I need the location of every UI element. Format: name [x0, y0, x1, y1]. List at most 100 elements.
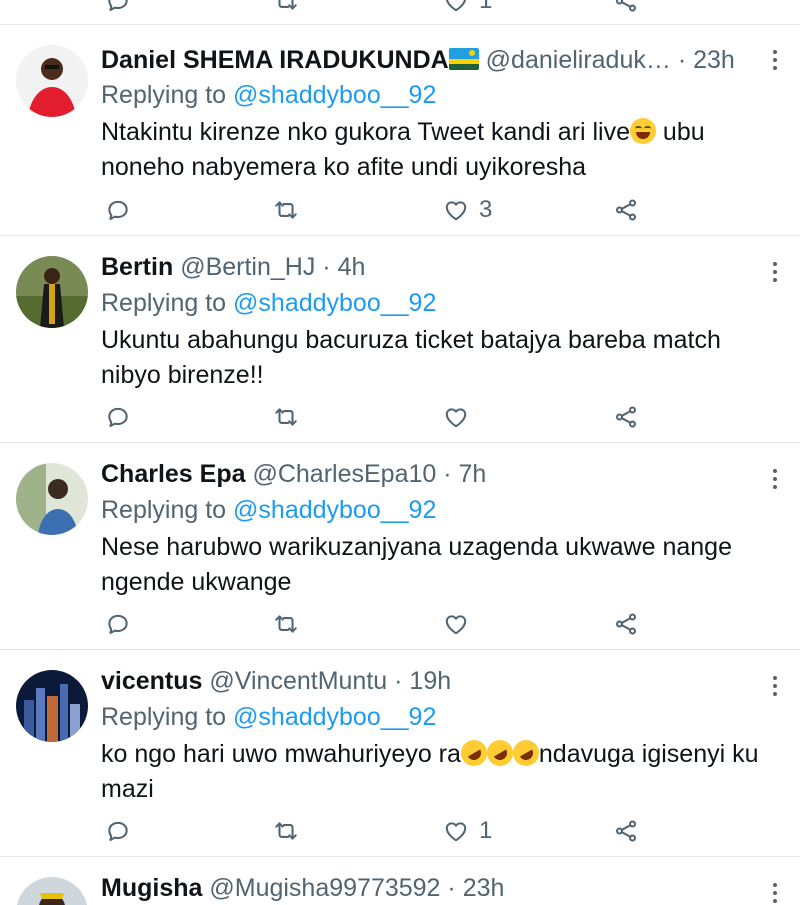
replying-to-handle[interactable]: @shaddyboo__92	[233, 289, 436, 317]
more-icon	[772, 50, 778, 70]
user-handle[interactable]: @Mugisha99773592	[209, 874, 440, 902]
reply-icon	[105, 0, 131, 14]
heart-icon	[443, 611, 469, 637]
tweet-text: ko ngo hari uwo mwahuriyeyo ra ndavuga ig…	[101, 735, 760, 807]
reply-button[interactable]	[105, 0, 131, 16]
tweet[interactable]: Charles Epa @CharlesEpa10 · 7h Replying …	[0, 443, 800, 650]
tweet[interactable]: Bertin @Bertin_HJ · 4h Replying to @shad…	[0, 236, 800, 443]
user-handle[interactable]: @VincentMuntu	[209, 667, 387, 695]
share-button[interactable]	[613, 0, 639, 16]
retweet-button[interactable]	[273, 609, 299, 639]
share-icon	[613, 197, 639, 223]
like-button[interactable]: 3	[443, 195, 492, 225]
replying-to-handle[interactable]: @shaddyboo__92	[233, 81, 436, 109]
heart-icon	[443, 197, 469, 223]
retweet-icon	[273, 611, 299, 637]
retweet-button[interactable]	[273, 195, 299, 225]
more-icon	[772, 469, 778, 489]
like-count: 3	[479, 196, 493, 223]
share-icon	[613, 404, 639, 430]
separator: ·	[443, 460, 452, 488]
like-button[interactable]	[443, 609, 469, 639]
tweet[interactable]: vicentus @VincentMuntu · 19h Replying to…	[0, 650, 800, 857]
more-options-button[interactable]	[772, 262, 778, 286]
tweet-text: Ntakintu kirenze nko gukora Tweet kandi …	[101, 115, 760, 185]
timestamp[interactable]: 23h	[693, 46, 735, 74]
retweet-button[interactable]	[273, 0, 299, 16]
replying-to-label: Replying to	[101, 81, 227, 109]
tweet-text-part: Ntakintu kirenze nko gukora Tweet kandi …	[101, 118, 630, 146]
reply-icon	[105, 611, 131, 637]
display-name[interactable]: Charles Epa	[101, 460, 246, 488]
tears-of-joy-emoji-icon	[629, 118, 656, 144]
avatar-image	[16, 45, 88, 117]
like-button[interactable]: 1	[443, 0, 492, 16]
avatar[interactable]	[16, 45, 88, 117]
share-icon	[613, 818, 639, 844]
replying-to-label: Replying to	[101, 496, 227, 524]
heart-icon	[443, 404, 469, 430]
display-name[interactable]: Mugisha	[101, 874, 202, 902]
timestamp[interactable]: 19h	[409, 667, 451, 695]
more-options-button[interactable]	[772, 883, 778, 905]
display-name[interactable]: Bertin	[101, 253, 173, 281]
replying-to-handle[interactable]: @shaddyboo__92	[233, 703, 436, 731]
avatar-image	[16, 256, 88, 328]
tweet-text-part: ko ngo hari uwo mwahuriyeyo ra	[101, 740, 461, 768]
like-button[interactable]: 1	[443, 816, 492, 846]
timestamp[interactable]: 4h	[338, 253, 366, 281]
reply-button[interactable]	[105, 402, 131, 432]
display-name[interactable]: vicentus	[101, 667, 202, 695]
more-icon	[772, 676, 778, 696]
user-handle[interactable]: @Bertin_HJ	[180, 253, 315, 281]
user-handle[interactable]: @CharlesEpa10	[252, 460, 436, 488]
retweet-button[interactable]	[273, 402, 299, 432]
like-button[interactable]	[443, 402, 469, 432]
display-name[interactable]: Daniel SHEMA IRADUKUNDA	[101, 46, 449, 74]
avatar[interactable]	[16, 463, 88, 535]
separator: ·	[447, 874, 456, 902]
share-icon	[613, 611, 639, 637]
reply-icon	[105, 818, 131, 844]
more-icon	[772, 262, 778, 282]
more-options-button[interactable]	[772, 469, 778, 493]
retweet-icon	[273, 404, 299, 430]
tweet-text: Ukuntu abahungu bacuruza ticket batajya …	[101, 326, 721, 389]
user-handle[interactable]: @danieliraduk…	[486, 46, 671, 74]
more-icon	[772, 883, 778, 903]
share-button[interactable]	[613, 816, 639, 846]
separator: ·	[394, 667, 403, 695]
heart-icon	[443, 818, 469, 844]
avatar[interactable]	[16, 877, 88, 905]
share-button[interactable]	[613, 195, 639, 225]
rwanda-flag-icon	[448, 48, 479, 70]
timestamp[interactable]: 7h	[459, 460, 487, 488]
replying-to-label: Replying to	[101, 289, 227, 317]
reply-icon	[105, 197, 131, 223]
more-options-button[interactable]	[772, 676, 778, 700]
retweet-button[interactable]	[273, 816, 299, 846]
avatar[interactable]	[16, 670, 88, 742]
tweet-text: Nese harubwo warikuzanjyana uzagenda ukw…	[101, 533, 732, 596]
previous-tweet-actions: 1	[0, 0, 800, 25]
replying-to-label: Replying to	[101, 703, 227, 731]
avatar-image	[16, 670, 88, 742]
reply-button[interactable]	[105, 195, 131, 225]
separator: ·	[322, 253, 331, 281]
reply-button[interactable]	[105, 816, 131, 846]
like-count: 1	[479, 817, 493, 844]
replying-to-handle[interactable]: @shaddyboo__92	[233, 496, 436, 524]
tweet[interactable]: Daniel SHEMA IRADUKUNDA @danieliraduk… ·…	[0, 25, 800, 236]
more-options-button[interactable]	[772, 50, 778, 74]
retweet-icon	[273, 0, 299, 14]
like-count: 1	[479, 0, 493, 14]
avatar-image	[16, 877, 88, 905]
retweet-icon	[273, 818, 299, 844]
avatar[interactable]	[16, 256, 88, 328]
heart-icon	[443, 0, 469, 14]
share-button[interactable]	[613, 609, 639, 639]
share-button[interactable]	[613, 402, 639, 432]
timestamp[interactable]: 23h	[463, 874, 505, 902]
tweet[interactable]: Mugisha @Mugisha99773592 · 23h	[0, 857, 800, 905]
reply-button[interactable]	[105, 609, 131, 639]
